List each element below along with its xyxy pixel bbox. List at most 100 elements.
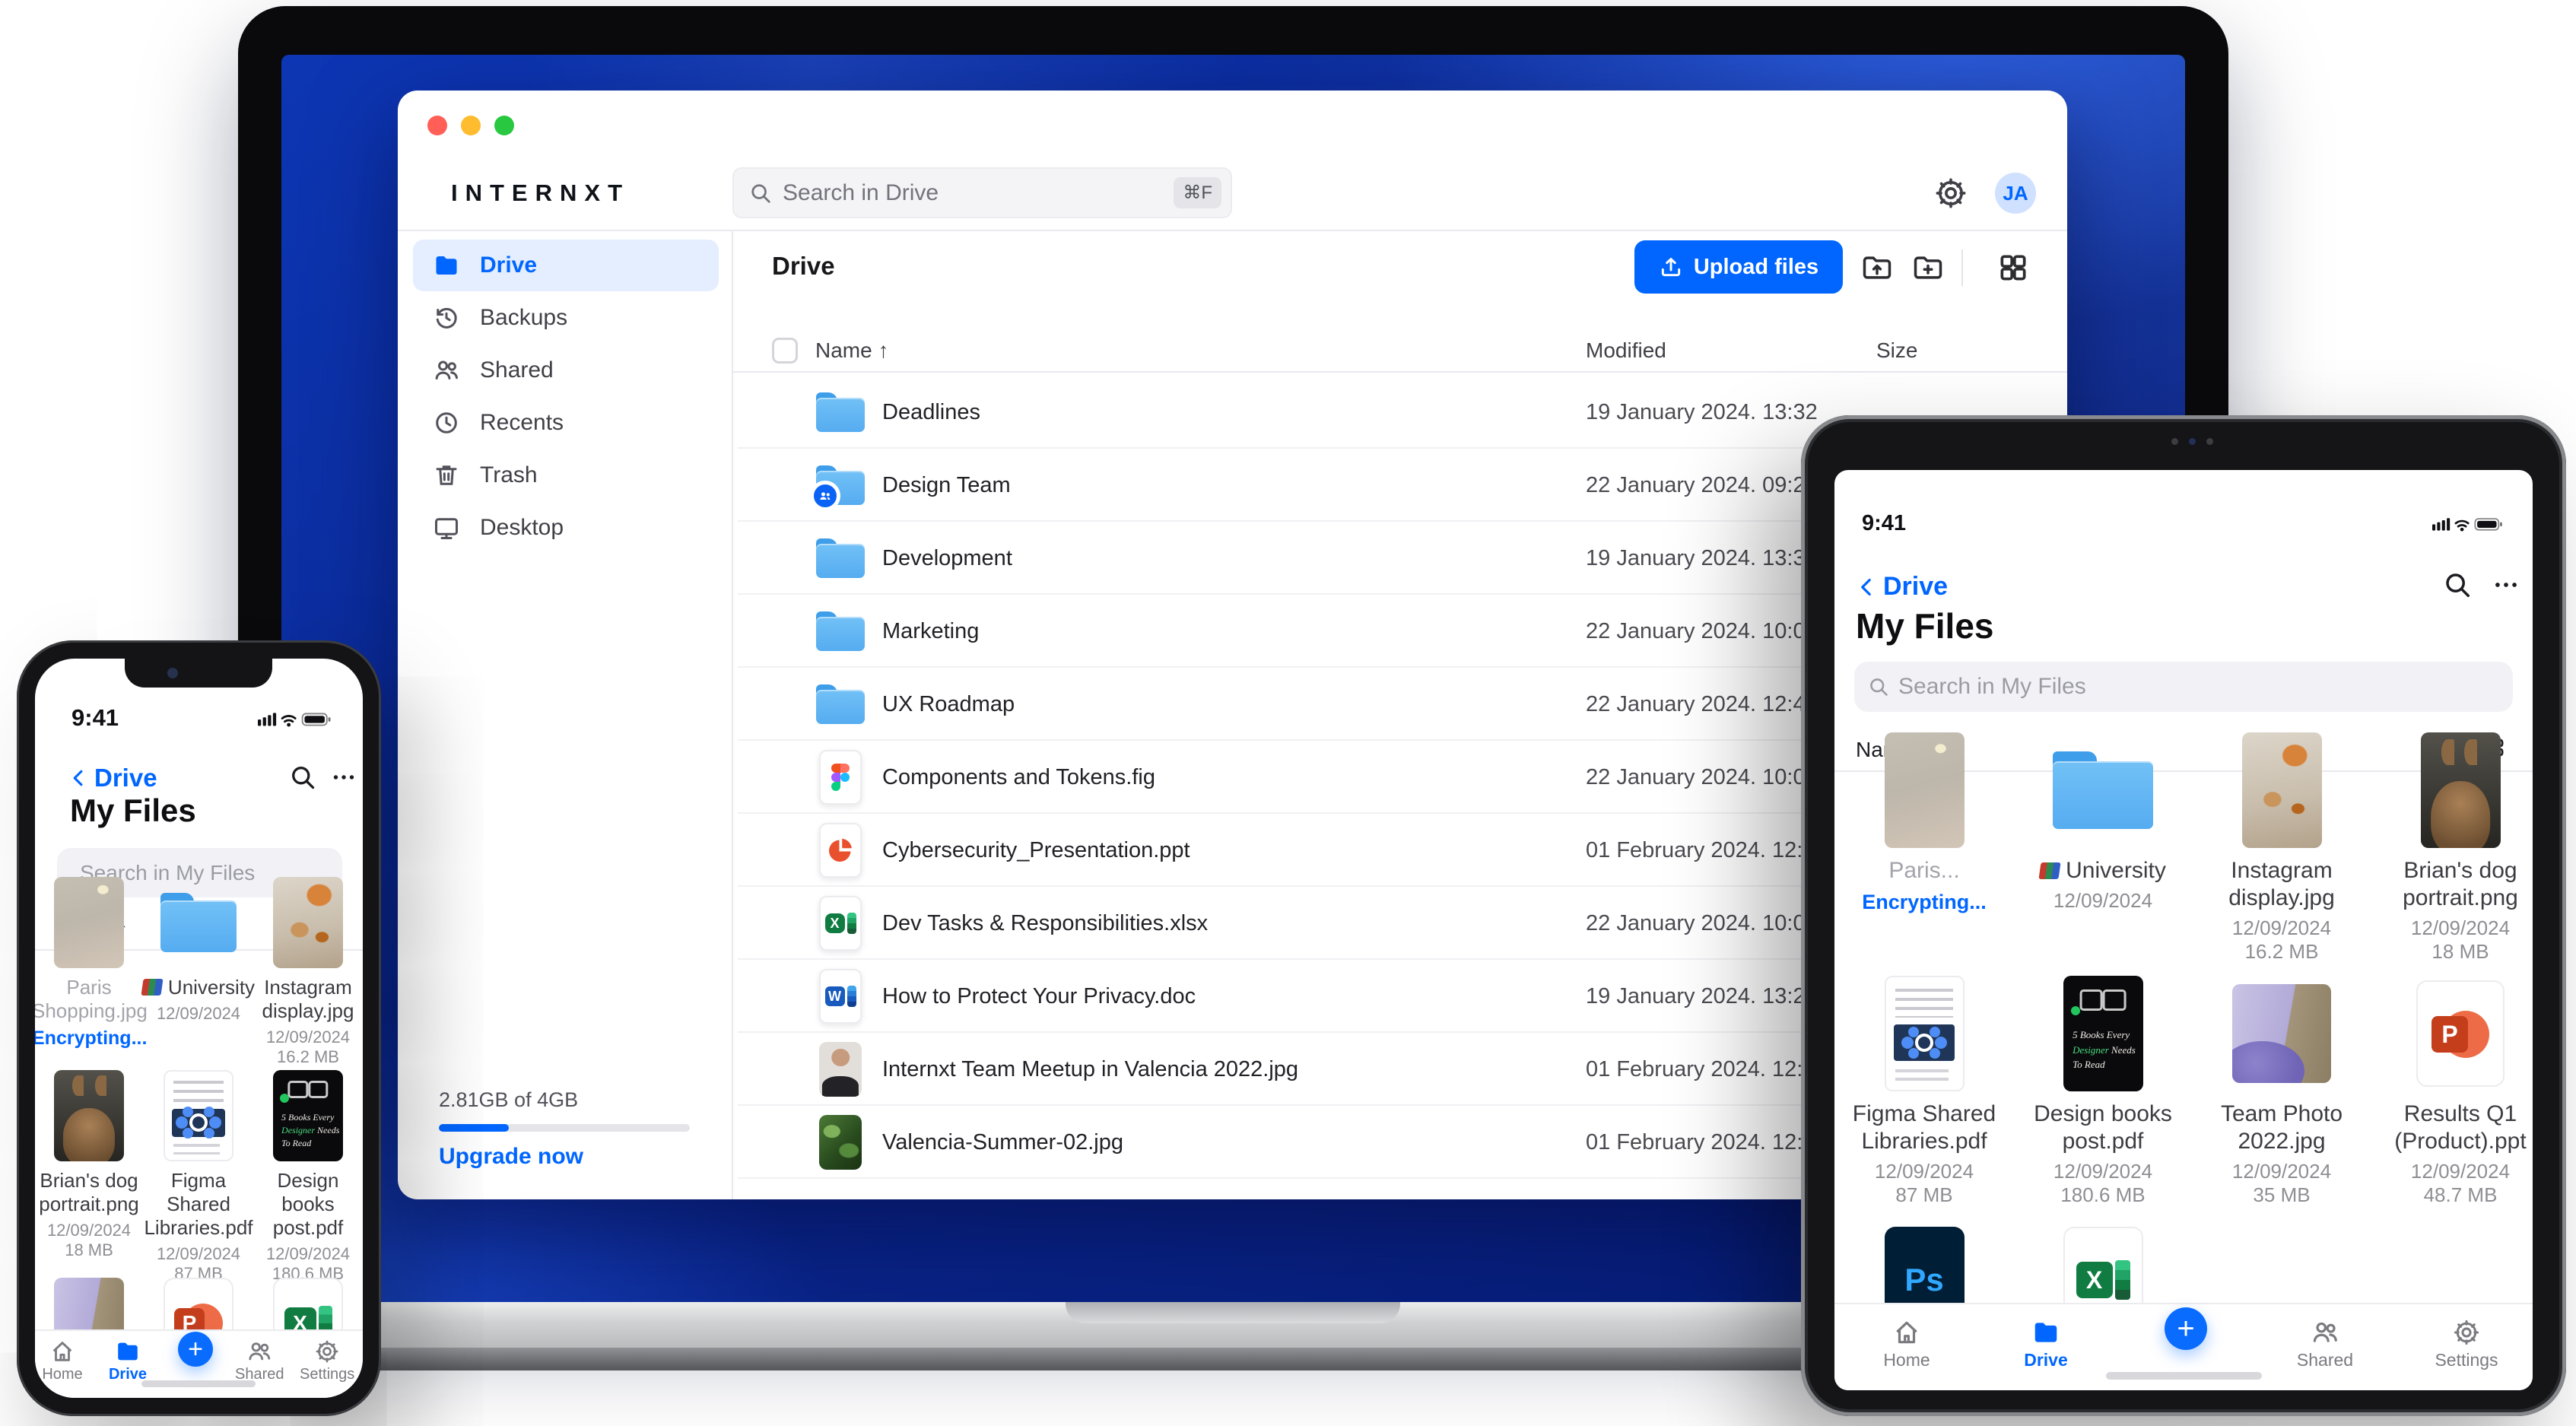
tab-home[interactable]: Home <box>1876 1318 1937 1370</box>
tab-home[interactable]: Home <box>38 1339 87 1383</box>
grid-item[interactable]: Paris... Encrypting... <box>1852 732 1996 914</box>
tab-settings[interactable]: Settings <box>300 1339 354 1383</box>
books-icon <box>2038 862 2061 879</box>
sidebar-item-backups[interactable]: Backups <box>413 292 719 344</box>
tab-settings[interactable]: Settings <box>2432 1318 2501 1370</box>
search-icon <box>1868 676 1889 697</box>
zoom-window-button[interactable] <box>494 116 514 135</box>
grid-item[interactable]: Figma Shared Libraries.pdf 12/09/2024 87… <box>141 1070 256 1284</box>
storage-usage-label: 2.81GB of 4GB <box>439 1088 579 1111</box>
column-header-size[interactable]: Size <box>1876 338 1917 363</box>
search-shortcut-badge: ⌘F <box>1174 177 1221 208</box>
shared-people-icon <box>2311 1318 2339 1347</box>
powerpoint-file-icon <box>819 823 862 878</box>
photo-thumbnail-uploading <box>1884 732 1965 848</box>
more-options-icon[interactable] <box>2492 570 2520 599</box>
upgrade-link[interactable]: Upgrade now <box>439 1144 697 1170</box>
sort-asc-icon: ↑ <box>878 338 889 362</box>
tab-shared[interactable]: Shared <box>2295 1318 2355 1370</box>
grid-item[interactable]: Brian's dog portrait.png 12/09/2024 18 M… <box>2388 732 2533 964</box>
back-button[interactable]: Drive <box>68 764 157 792</box>
grid-view-icon <box>1996 251 2030 284</box>
drive-search-input[interactable] <box>783 179 1164 206</box>
sidebar-item-trash[interactable]: Trash <box>413 449 719 501</box>
grid-item[interactable]: Instagram display.jpg 12/09/2024 16.2 MB <box>251 877 363 1067</box>
glasses-art <box>287 1081 328 1094</box>
header-divider <box>398 230 2067 231</box>
tab-drive[interactable]: Drive <box>2015 1318 2076 1370</box>
figma-file-icon <box>819 750 862 805</box>
sidebar-item-shared[interactable]: Shared <box>413 345 719 396</box>
search-bar[interactable] <box>1854 662 2513 712</box>
column-header-name[interactable]: Name ↑ <box>815 338 888 363</box>
grid-item[interactable]: Instagram display.jpg 12/09/2024 16.2 MB <box>2209 732 2354 964</box>
people-icon <box>818 488 833 503</box>
tab-shared[interactable]: Shared <box>235 1339 284 1383</box>
add-button[interactable]: + <box>178 1332 213 1367</box>
grid-item[interactable]: University 12/09/2024 <box>141 877 256 1024</box>
grid-item[interactable]: Paris Shopping.jpg Encrypting... <box>35 877 148 1050</box>
add-button[interactable]: + <box>2165 1307 2207 1350</box>
pdf-thumbnail: 5 Books Every Designer Needs To Read <box>273 1070 343 1161</box>
upload-folder-button[interactable] <box>1856 246 1898 289</box>
photo-thumbnail <box>2241 732 2322 848</box>
folder-icon <box>816 611 865 651</box>
grid-item[interactable]: Brian's dog portrait.png 12/09/2024 18 M… <box>35 1070 146 1260</box>
page-title: My Files <box>70 792 196 828</box>
home-indicator[interactable] <box>2106 1372 2262 1380</box>
photo-thumbnail <box>819 1115 862 1170</box>
column-header-modified[interactable]: Modified <box>1586 338 1666 363</box>
encrypting-status: Encrypting... <box>35 1027 148 1049</box>
more-options-icon[interactable] <box>330 764 357 791</box>
pdf-thumbnail: 5 Books Every Designer Needs To Read <box>2063 976 2143 1091</box>
sidebar-item-desktop[interactable]: Desktop <box>413 502 719 554</box>
search-icon <box>749 182 772 205</box>
page-title: Drive <box>772 252 835 280</box>
drive-search-bar[interactable]: ⌘F <box>732 167 1232 218</box>
ipad-frame: 9:41 Drive My Files Name ↑ Paris <box>1801 415 2566 1416</box>
home-indicator[interactable] <box>141 1380 256 1387</box>
backups-history-icon <box>433 304 460 332</box>
drive-folder-icon <box>115 1339 141 1364</box>
search-icon[interactable] <box>2443 570 2472 599</box>
table-header-divider <box>732 371 2067 373</box>
grid-item[interactable]: Team Photo 2022.jpg 12/09/2024 35 MB <box>2209 976 2354 1207</box>
search-icon[interactable] <box>289 764 316 791</box>
grid-item[interactable]: Figma Shared Libraries.pdf 12/09/2024 87… <box>1852 976 1996 1207</box>
grid-view-button[interactable] <box>1992 246 2034 289</box>
folder-icon <box>816 684 865 724</box>
minimize-window-button[interactable] <box>461 116 481 135</box>
photo-thumbnail <box>273 877 343 968</box>
sidebar-item-drive[interactable]: Drive <box>413 240 719 291</box>
photo-thumbnail-uploading <box>54 877 124 968</box>
upload-files-button[interactable]: Upload files <box>1634 240 1843 294</box>
grid-item[interactable]: P Results Q1 (Product).ppt 12/09/2024 48… <box>2388 976 2533 1207</box>
phone-notch <box>125 659 272 688</box>
new-folder-button[interactable] <box>1907 246 1949 289</box>
iphone-frame: 9:41 Drive My Files Name ↑ <box>17 640 381 1416</box>
figma-logo-icon <box>831 764 850 791</box>
avatar[interactable]: JA <box>1995 173 2036 214</box>
tab-bar: Home Drive + Shared Settings <box>35 1329 363 1398</box>
status-icons <box>258 709 337 729</box>
ipad-camera <box>2171 438 2213 445</box>
sidebar-item-recents[interactable]: Recents <box>413 397 719 449</box>
recents-clock-icon <box>433 409 460 437</box>
powerpoint-file-icon: P <box>2416 980 2505 1087</box>
grid-item[interactable]: University 12/09/2024 <box>2031 732 2175 913</box>
settings-gear-icon[interactable] <box>1933 176 1968 211</box>
tab-drive[interactable]: Drive <box>103 1339 152 1383</box>
drive-folder-icon <box>2031 1318 2060 1347</box>
storage-progress-fill <box>439 1124 510 1132</box>
close-window-button[interactable] <box>427 116 447 135</box>
iphone-screen: 9:41 Drive My Files Name ↑ <box>35 659 363 1398</box>
back-button[interactable]: Drive <box>1856 572 1948 602</box>
search-input[interactable] <box>1898 674 2499 700</box>
monitor-icon <box>433 514 460 541</box>
folder-icon <box>2053 751 2153 829</box>
grid-item[interactable]: 5 Books Every Designer Needs To Read Des… <box>251 1070 363 1284</box>
select-all-checkbox[interactable] <box>772 338 798 364</box>
grid-item[interactable]: 5 Books Every Designer Needs To Read Des… <box>2031 976 2175 1207</box>
chevron-left-icon <box>1856 576 1879 599</box>
glasses-art <box>2080 989 2127 1005</box>
